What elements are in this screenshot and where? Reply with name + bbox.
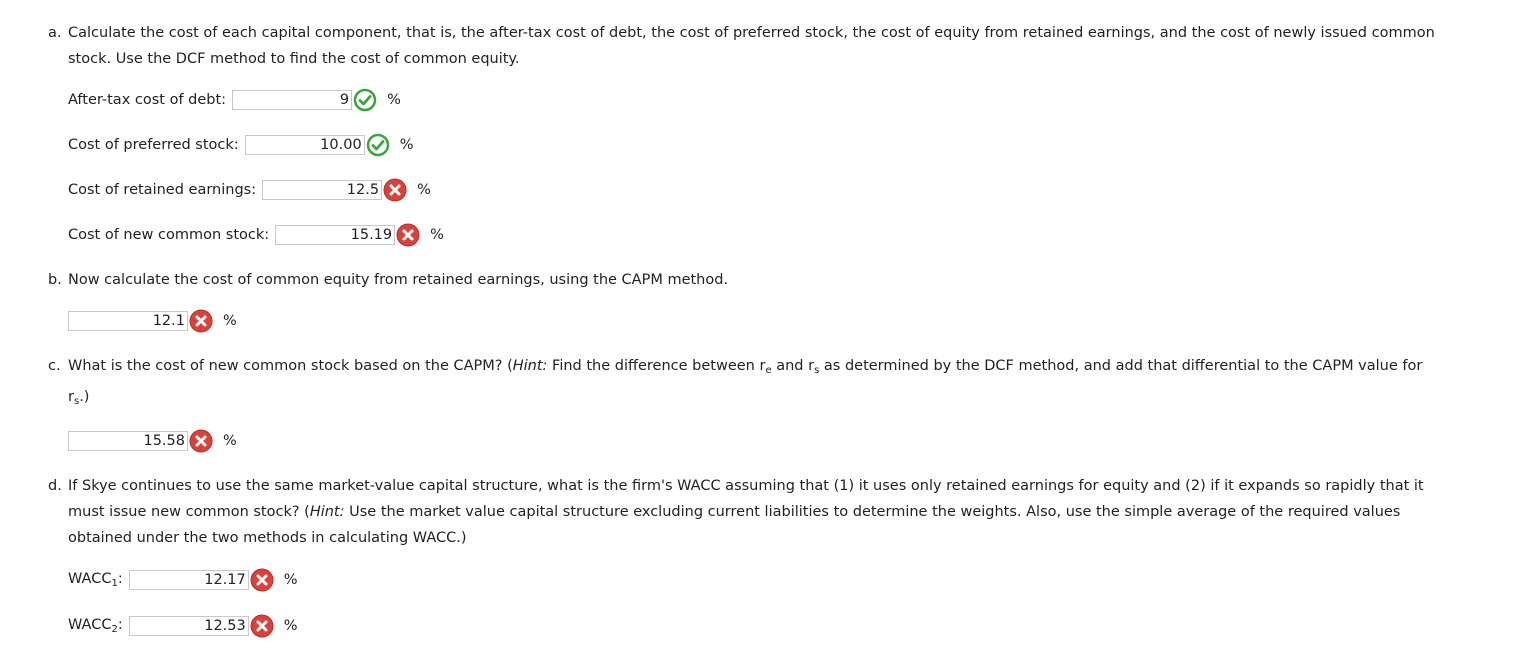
hint-label: Hint:	[512, 358, 548, 374]
answer-row-retained-earnings: Cost of retained earnings: 12.5 %	[68, 178, 431, 202]
question-marker: d.	[48, 478, 62, 494]
question-marker: b.	[48, 272, 62, 288]
check-circle-icon	[366, 133, 390, 157]
unit-label: %	[283, 572, 298, 588]
answer-row-after-tax-debt: After-tax cost of debt: 9 %	[68, 88, 401, 112]
x-circle-icon	[383, 178, 407, 202]
field-label: Cost of retained earnings:	[68, 182, 257, 198]
answer-row-capm-retained: 12.1 %	[68, 309, 237, 333]
question-text: obtained under the two methods in calcul…	[68, 530, 467, 546]
question-text: must issue new common stock? (	[68, 504, 310, 520]
hint-label: Hint:	[309, 504, 345, 520]
answer-row-capm-new-stock: 15.58 %	[68, 429, 237, 453]
field-label: Cost of new common stock:	[68, 227, 270, 243]
new-common-stock-input[interactable]: 15.19	[275, 225, 396, 245]
question-text: Now calculate the cost of common equity …	[68, 272, 729, 288]
question-text: and r	[771, 358, 815, 374]
question-text: Find the difference between r	[547, 358, 766, 374]
question-marker: a.	[48, 25, 62, 41]
question-text: as determined by the DCF method, and add…	[819, 358, 1423, 374]
wacc-2-input[interactable]: 12.53	[128, 616, 249, 636]
question-text: If Skye continues to use the same market…	[68, 478, 1424, 494]
question-text: .)	[79, 389, 90, 405]
unit-label: %	[399, 137, 414, 153]
answer-row-new-common-stock: Cost of new common stock: 15.19 %	[68, 223, 444, 247]
capm-new-stock-input[interactable]: 15.58	[68, 431, 188, 451]
x-circle-icon	[189, 429, 213, 453]
question-c: c. What is the cost of new common stock b…	[48, 353, 1498, 415]
unit-label: %	[283, 618, 298, 634]
question-marker: c.	[48, 358, 61, 374]
after-tax-debt-input[interactable]: 9	[232, 90, 353, 110]
unit-label: %	[417, 182, 431, 198]
answer-row-preferred-stock: Cost of preferred stock: 10.00 %	[68, 133, 413, 157]
unit-label: %	[430, 227, 444, 243]
question-text: Use the market value capital structure e…	[344, 504, 1401, 520]
question-b: b. Now calculate the cost of common equit…	[48, 267, 1498, 293]
field-label: After-tax cost of debt:	[68, 92, 227, 108]
question-text: Calculate the cost of each capital compo…	[68, 25, 1435, 41]
answer-row-wacc-1: WACC1: 12.17 %	[68, 568, 298, 592]
unit-label: %	[387, 92, 401, 108]
unit-label: %	[223, 433, 237, 449]
x-circle-icon	[189, 309, 213, 333]
check-circle-icon	[353, 88, 377, 112]
field-label: WACC2:	[68, 617, 123, 635]
x-circle-icon	[250, 614, 274, 638]
question-d: d. If Skye continues to use the same mark…	[48, 473, 1498, 551]
wacc-1-input[interactable]: 12.17	[128, 570, 249, 590]
question-text: What is the cost of new common stock bas…	[68, 358, 513, 374]
answer-row-wacc-2: WACC2: 12.53 %	[68, 614, 298, 638]
question-a: a. Calculate the cost of each capital com…	[48, 20, 1498, 72]
question-text-cont: stock. Use the DCF method to find the co…	[68, 51, 520, 67]
capm-retained-earnings-input[interactable]: 12.1	[68, 311, 188, 331]
field-label: WACC1:	[68, 571, 123, 589]
unit-label: %	[223, 313, 237, 329]
x-circle-icon	[250, 568, 274, 592]
x-circle-icon	[396, 223, 420, 247]
preferred-stock-input[interactable]: 10.00	[244, 135, 365, 155]
retained-earnings-input[interactable]: 12.5	[262, 180, 383, 200]
field-label: Cost of preferred stock:	[68, 137, 239, 153]
